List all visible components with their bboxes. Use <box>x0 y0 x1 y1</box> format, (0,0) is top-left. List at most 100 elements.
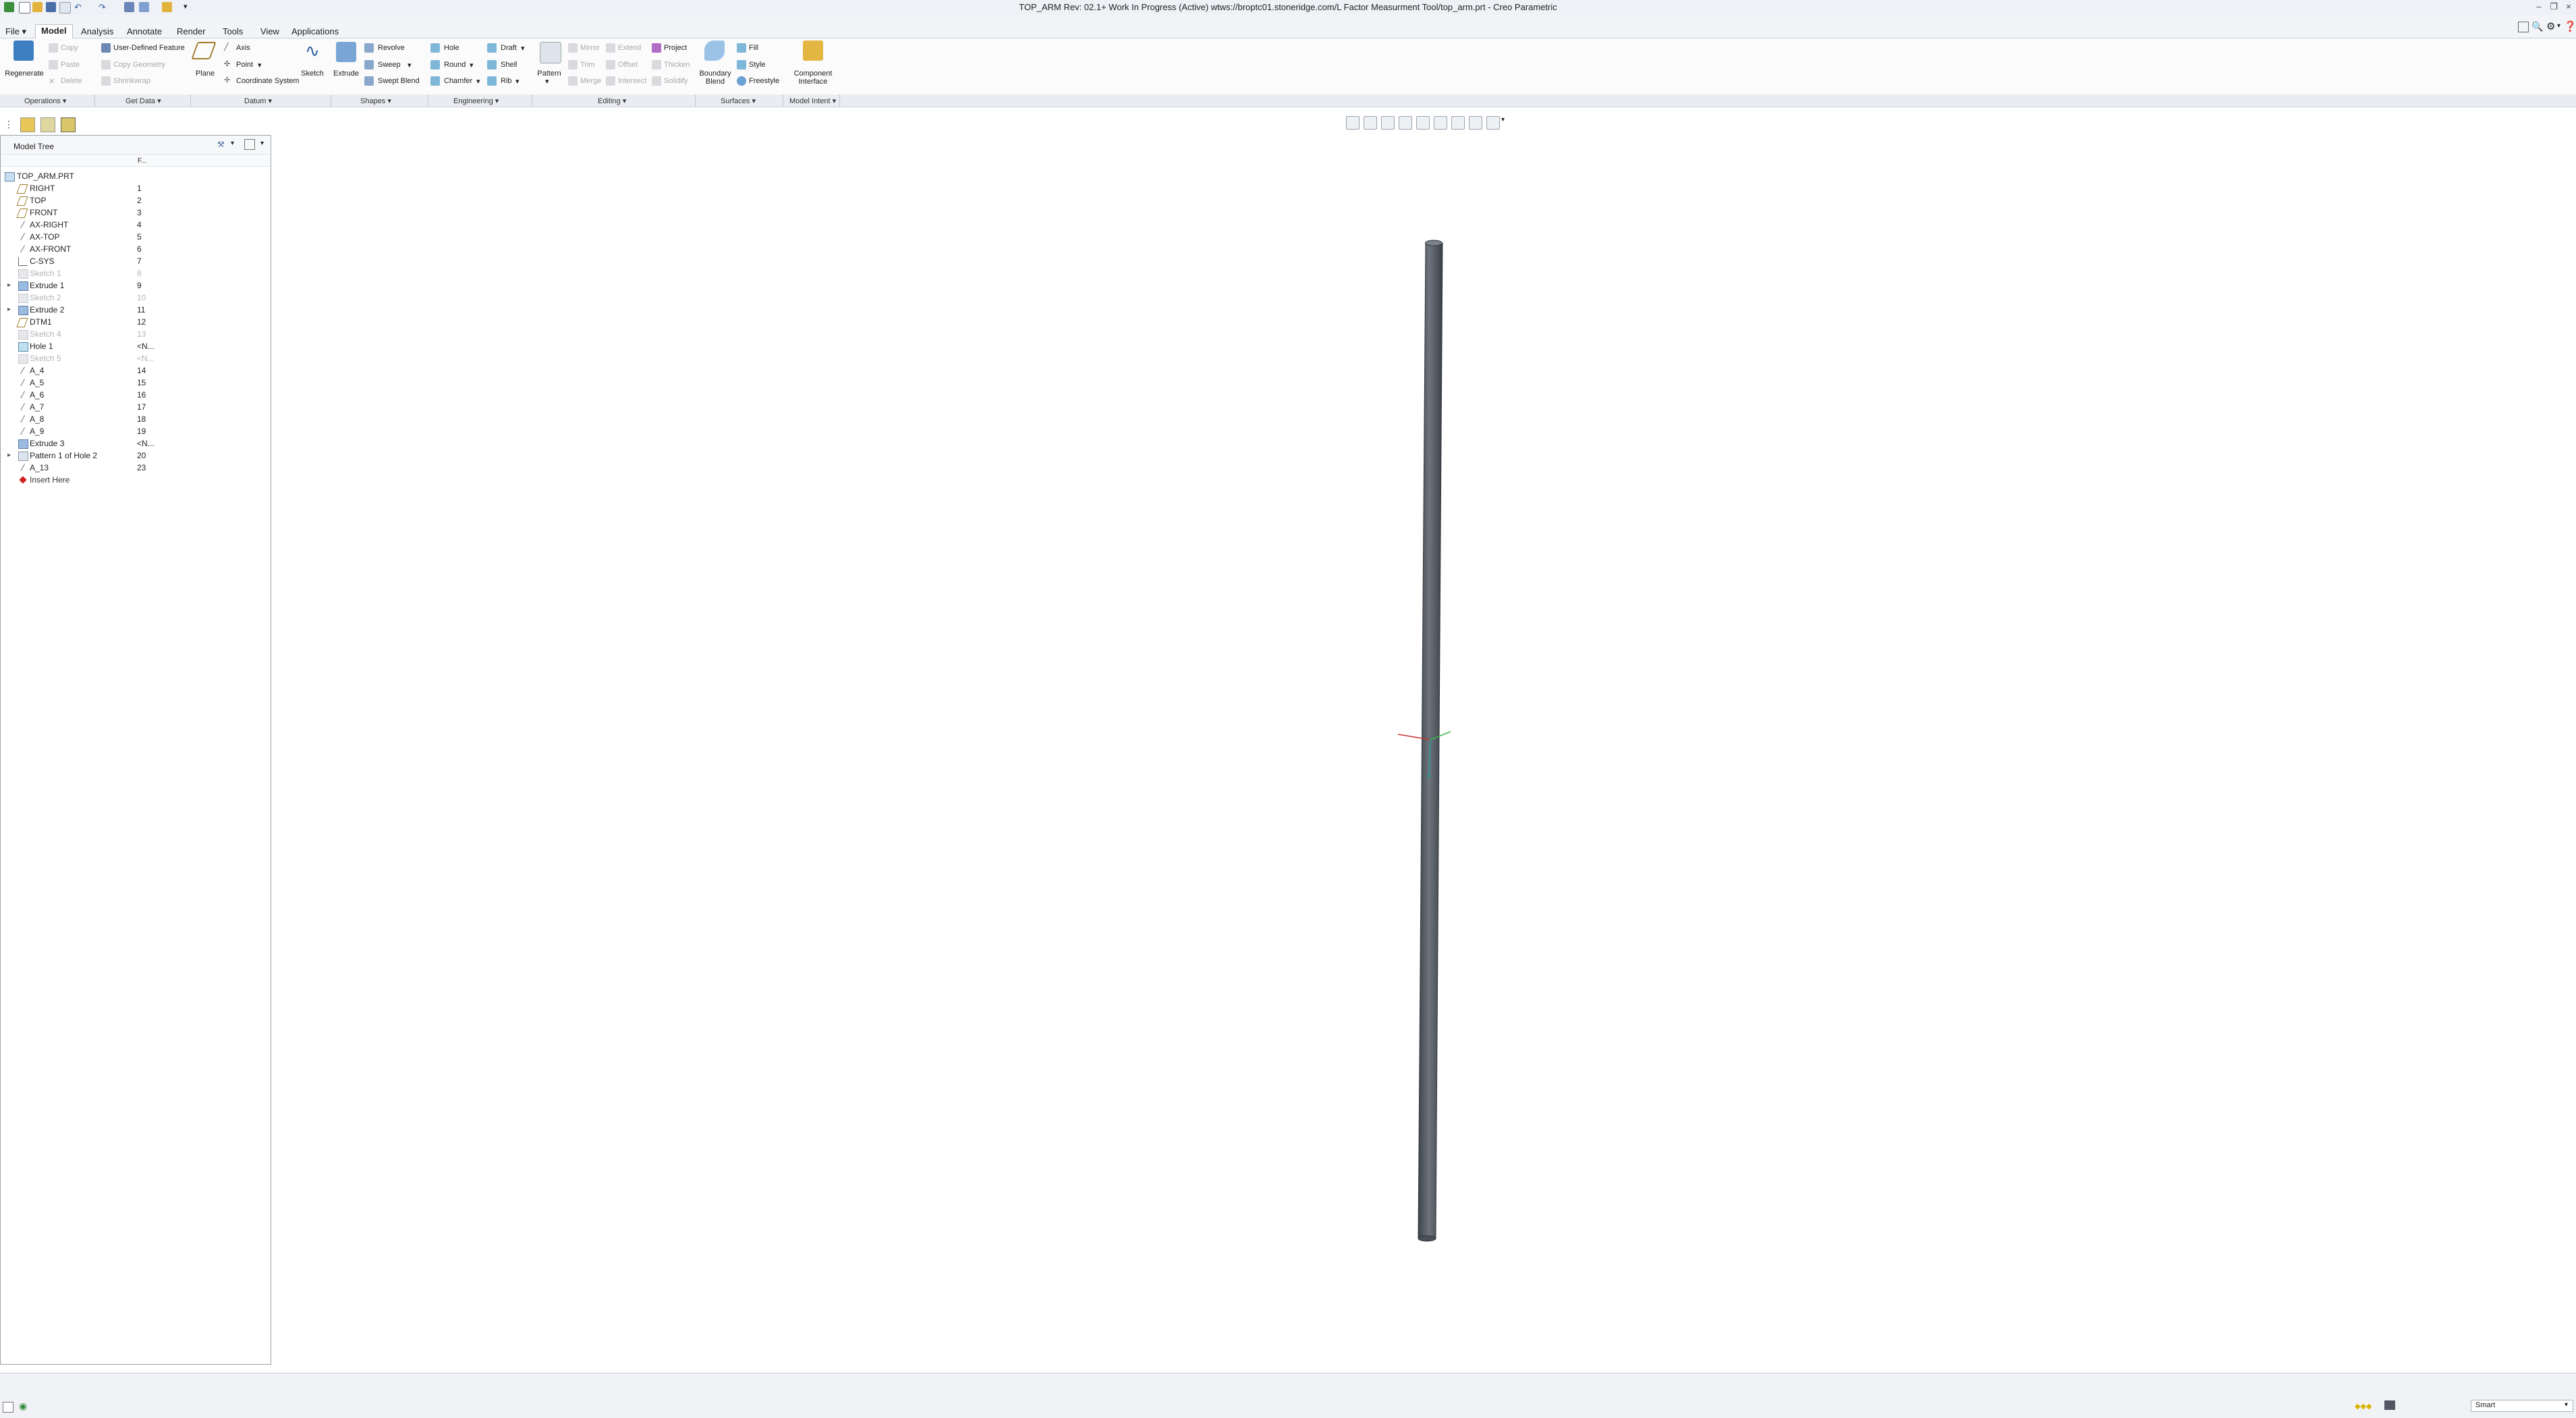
layer-tree-icon[interactable] <box>61 117 76 132</box>
chamfer-button[interactable]: Chamfer <box>444 77 472 85</box>
tab-render[interactable]: Render <box>171 26 211 38</box>
tree-item[interactable]: A_7 17 <box>1 401 270 413</box>
pattern-button[interactable]: Pattern <box>533 70 565 78</box>
expand-arrow-icon[interactable]: ▸ <box>7 306 11 313</box>
help-icon[interactable]: ❓ <box>2564 20 2576 32</box>
chamfer-dropdown-icon[interactable]: ▾ <box>476 77 480 86</box>
tree-item[interactable]: AX-FRONT 6 <box>1 243 270 255</box>
tree-item[interactable]: A_8 18 <box>1 413 270 425</box>
tree-item[interactable]: A_9 19 <box>1 425 270 437</box>
boundary-blend-button[interactable]: Boundary Blend <box>696 70 734 86</box>
shrinkwrap-button[interactable]: Shrinkwrap <box>113 77 150 85</box>
shell-button[interactable]: Shell <box>501 61 517 69</box>
offset-button[interactable]: Offset <box>618 61 638 69</box>
delete-button[interactable]: Delete <box>61 77 82 85</box>
paste-button[interactable]: Paste <box>61 61 80 69</box>
boundary-blend-icon[interactable] <box>704 40 725 61</box>
feature-number-column[interactable]: F... <box>138 157 146 165</box>
component-interface-button[interactable]: Component Interface <box>789 70 837 86</box>
project-button[interactable]: Project <box>664 44 687 52</box>
tab-view[interactable]: View <box>255 26 285 38</box>
chevron-down-icon[interactable]: ▾ <box>2557 22 2560 30</box>
tree-settings-icon[interactable] <box>244 139 255 150</box>
tree-filters-dropdown-icon[interactable]: ▾ <box>231 140 234 147</box>
sketch-button[interactable]: Sketch <box>298 70 327 78</box>
pattern-icon[interactable] <box>540 42 561 63</box>
intersect-button[interactable]: Intersect <box>618 77 646 85</box>
style-button[interactable]: Style <box>749 61 765 69</box>
extrude-icon[interactable] <box>336 42 356 62</box>
axis-button[interactable]: Axis <box>236 44 250 52</box>
tab-model[interactable]: Model <box>35 24 73 39</box>
tab-applications[interactable]: Applications <box>286 26 344 38</box>
trim-button[interactable]: Trim <box>580 61 595 69</box>
selection-icon[interactable] <box>2384 1400 2395 1410</box>
regenerate-icon[interactable] <box>13 40 34 61</box>
tree-item[interactable]: Insert Here <box>1 474 270 486</box>
tree-item[interactable]: AX-TOP 5 <box>1 231 270 243</box>
pattern-dropdown-icon[interactable]: ▾ <box>545 77 549 86</box>
tree-item[interactable]: FRONT 3 <box>1 207 270 219</box>
tree-filters-icon[interactable]: ⚒ <box>217 140 228 149</box>
search-icon[interactable]: 🔍 <box>2531 21 2543 32</box>
group-model-intent[interactable]: Model Intent ▾ <box>789 97 836 105</box>
tree-item[interactable]: Sketch 5 <N... <box>1 352 270 364</box>
solidify-button[interactable]: Solidify <box>664 77 688 85</box>
tab-analysis[interactable]: Analysis <box>76 26 119 38</box>
sweep-button[interactable]: Sweep <box>378 61 401 69</box>
round-dropdown-icon[interactable]: ▾ <box>470 61 474 70</box>
coordinate-system-button[interactable]: Coordinate System <box>236 77 300 85</box>
point-button[interactable]: Point <box>236 61 253 69</box>
extend-button[interactable]: Extend <box>618 44 641 52</box>
group-shapes[interactable]: Shapes ▾ <box>360 97 391 105</box>
restore-icon[interactable]: ❐ <box>2548 1 2560 12</box>
expand-arrow-icon[interactable]: ▸ <box>7 452 11 459</box>
copy-geometry-button[interactable]: Copy Geometry <box>113 61 165 69</box>
tree-settings-dropdown-icon[interactable]: ▾ <box>260 140 264 147</box>
swept-blend-button[interactable]: Swept Blend <box>378 77 420 85</box>
sweep-dropdown-icon[interactable]: ▾ <box>408 61 412 70</box>
tree-item[interactable]: A_5 15 <box>1 377 270 389</box>
close-icon[interactable]: × <box>2563 1 2575 12</box>
mirror-button[interactable]: Mirror <box>580 44 600 52</box>
show-navigator-icon[interactable] <box>3 1402 13 1413</box>
tab-annotate[interactable]: Annotate <box>121 26 167 38</box>
tree-item[interactable]: Sketch 2 10 <box>1 292 270 304</box>
graphics-window[interactable] <box>271 108 2576 1370</box>
rib-dropdown-icon[interactable]: ▾ <box>515 77 520 86</box>
group-editing[interactable]: Editing ▾ <box>598 97 626 105</box>
expand-arrow-icon[interactable]: ▸ <box>7 281 11 289</box>
merge-button[interactable]: Merge <box>580 77 601 85</box>
tree-item[interactable]: A_13 23 <box>1 462 270 474</box>
point-dropdown-icon[interactable]: ▾ <box>258 61 262 70</box>
sketch-icon[interactable]: ∿ <box>302 40 323 61</box>
tree-item[interactable]: DTM1 12 <box>1 316 270 328</box>
group-datum[interactable]: Datum ▾ <box>244 97 272 105</box>
tree-item[interactable]: ▸ Extrude 1 9 <box>1 279 270 292</box>
tree-root[interactable]: TOP_ARM.PRT <box>1 170 270 182</box>
tab-tools[interactable]: Tools <box>217 26 248 38</box>
regenerate-button[interactable]: Regenerate <box>3 70 46 78</box>
user-defined-feature-button[interactable]: User-Defined Feature <box>113 44 185 52</box>
group-engineering[interactable]: Engineering ▾ <box>453 97 499 105</box>
tree-item[interactable]: Sketch 1 8 <box>1 267 270 279</box>
fill-button[interactable]: Fill <box>749 44 758 52</box>
minimize-icon[interactable]: – <box>2533 1 2545 12</box>
freestyle-button[interactable]: Freestyle <box>749 77 779 85</box>
draft-button[interactable]: Draft <box>501 44 517 52</box>
rib-button[interactable]: Rib <box>501 77 512 85</box>
thicken-button[interactable]: Thicken <box>664 61 690 69</box>
tree-item[interactable]: AX-RIGHT 4 <box>1 219 270 231</box>
browser-icon[interactable]: ◉ <box>19 1400 27 1412</box>
selection-filter[interactable]: Smart ▾ <box>2471 1400 2573 1412</box>
group-get-data[interactable]: Get Data ▾ <box>125 97 161 105</box>
model-tree-tab-icon[interactable]: ⋮ <box>4 119 13 130</box>
tree-item[interactable]: ▸ Extrude 2 11 <box>1 304 270 316</box>
window-layout-icon[interactable] <box>2518 22 2529 32</box>
tree-item[interactable]: TOP 2 <box>1 194 270 207</box>
tree-item[interactable]: A_4 14 <box>1 364 270 377</box>
tree-item[interactable]: C-SYS 7 <box>1 255 270 267</box>
tab-file[interactable]: File ▾ <box>0 26 32 38</box>
component-interface-icon[interactable] <box>803 40 823 61</box>
copy-button[interactable]: Copy <box>61 44 78 52</box>
